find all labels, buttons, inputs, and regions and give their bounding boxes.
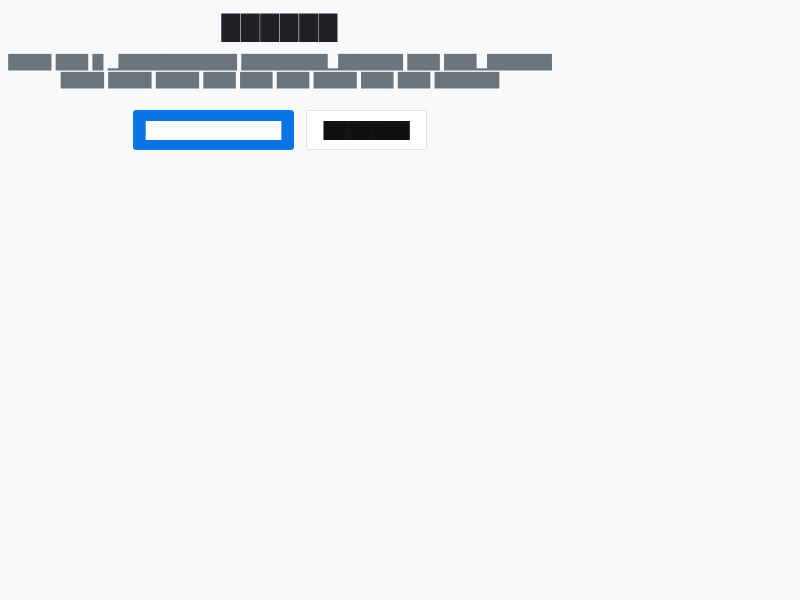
secondary-button[interactable]: ███████ (306, 110, 428, 150)
action-buttons: ███████████ ███████ (0, 110, 560, 150)
page-title: ██████ (221, 14, 339, 42)
description-text: ████ ███ █ ▁███████████ ████████▁██████ … (8, 55, 552, 89)
primary-button[interactable]: ███████████ (132, 110, 295, 150)
dialog-content: ██████ ████ ███ █ ▁███████████ ████████▁… (0, 10, 560, 150)
page: ██████ ████ ███ █ ▁███████████ ████████▁… (0, 0, 800, 600)
